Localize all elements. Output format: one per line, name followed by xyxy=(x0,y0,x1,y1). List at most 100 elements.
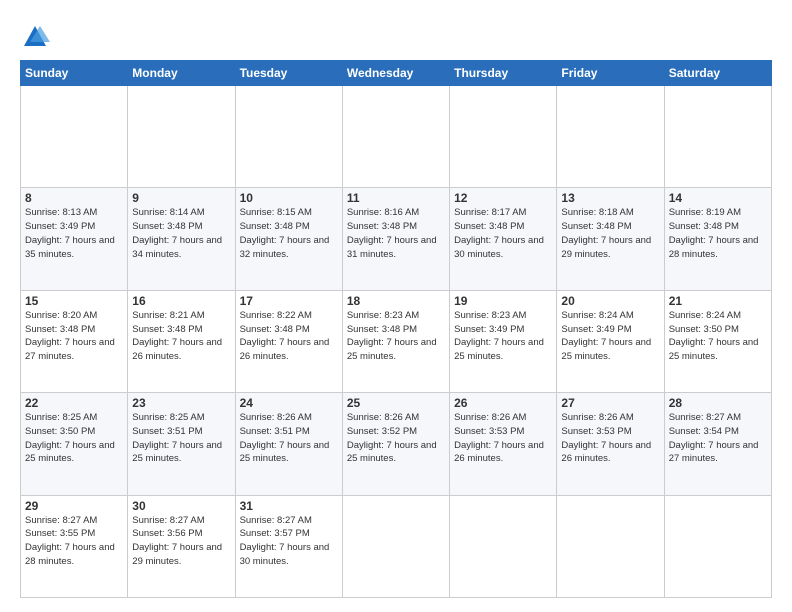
day-info: Sunrise: 8:27 AMSunset: 3:54 PMDaylight:… xyxy=(669,411,767,466)
day-number: 19 xyxy=(454,294,552,308)
day-cell-13: 13Sunrise: 8:18 AMSunset: 3:48 PMDayligh… xyxy=(557,188,664,290)
calendar-week-5: 29Sunrise: 8:27 AMSunset: 3:55 PMDayligh… xyxy=(21,495,772,597)
day-number: 31 xyxy=(240,499,338,513)
day-cell-27: 27Sunrise: 8:26 AMSunset: 3:53 PMDayligh… xyxy=(557,393,664,495)
empty-cell xyxy=(235,86,342,188)
day-info: Sunrise: 8:24 AMSunset: 3:49 PMDaylight:… xyxy=(561,309,659,364)
day-info: Sunrise: 8:23 AMSunset: 3:49 PMDaylight:… xyxy=(454,309,552,364)
calendar-header-wednesday: Wednesday xyxy=(342,61,449,86)
day-number: 13 xyxy=(561,191,659,205)
page: SundayMondayTuesdayWednesdayThursdayFrid… xyxy=(0,0,792,612)
day-number: 17 xyxy=(240,294,338,308)
day-cell-22: 22Sunrise: 8:25 AMSunset: 3:50 PMDayligh… xyxy=(21,393,128,495)
day-number: 23 xyxy=(132,396,230,410)
empty-cell xyxy=(128,86,235,188)
calendar-week-4: 22Sunrise: 8:25 AMSunset: 3:50 PMDayligh… xyxy=(21,393,772,495)
day-number: 25 xyxy=(347,396,445,410)
day-info: Sunrise: 8:27 AMSunset: 3:57 PMDaylight:… xyxy=(240,514,338,569)
calendar-header-thursday: Thursday xyxy=(450,61,557,86)
day-cell-25: 25Sunrise: 8:26 AMSunset: 3:52 PMDayligh… xyxy=(342,393,449,495)
calendar-table: SundayMondayTuesdayWednesdayThursdayFrid… xyxy=(20,60,772,598)
day-info: Sunrise: 8:19 AMSunset: 3:48 PMDaylight:… xyxy=(669,206,767,261)
calendar-header-tuesday: Tuesday xyxy=(235,61,342,86)
day-info: Sunrise: 8:27 AMSunset: 3:55 PMDaylight:… xyxy=(25,514,123,569)
day-number: 9 xyxy=(132,191,230,205)
day-cell-26: 26Sunrise: 8:26 AMSunset: 3:53 PMDayligh… xyxy=(450,393,557,495)
day-number: 26 xyxy=(454,396,552,410)
day-number: 14 xyxy=(669,191,767,205)
day-cell-11: 11Sunrise: 8:16 AMSunset: 3:48 PMDayligh… xyxy=(342,188,449,290)
logo-icon xyxy=(20,22,50,52)
day-cell-14: 14Sunrise: 8:19 AMSunset: 3:48 PMDayligh… xyxy=(664,188,771,290)
day-cell-10: 10Sunrise: 8:15 AMSunset: 3:48 PMDayligh… xyxy=(235,188,342,290)
day-info: Sunrise: 8:14 AMSunset: 3:48 PMDaylight:… xyxy=(132,206,230,261)
day-cell-21: 21Sunrise: 8:24 AMSunset: 3:50 PMDayligh… xyxy=(664,290,771,392)
calendar-header-sunday: Sunday xyxy=(21,61,128,86)
day-number: 24 xyxy=(240,396,338,410)
day-cell-24: 24Sunrise: 8:26 AMSunset: 3:51 PMDayligh… xyxy=(235,393,342,495)
day-info: Sunrise: 8:22 AMSunset: 3:48 PMDaylight:… xyxy=(240,309,338,364)
day-number: 10 xyxy=(240,191,338,205)
day-cell-19: 19Sunrise: 8:23 AMSunset: 3:49 PMDayligh… xyxy=(450,290,557,392)
calendar-week-1 xyxy=(21,86,772,188)
day-info: Sunrise: 8:26 AMSunset: 3:51 PMDaylight:… xyxy=(240,411,338,466)
empty-cell xyxy=(557,495,664,597)
day-info: Sunrise: 8:25 AMSunset: 3:50 PMDaylight:… xyxy=(25,411,123,466)
calendar-week-3: 15Sunrise: 8:20 AMSunset: 3:48 PMDayligh… xyxy=(21,290,772,392)
calendar-header-friday: Friday xyxy=(557,61,664,86)
empty-cell xyxy=(342,86,449,188)
day-number: 18 xyxy=(347,294,445,308)
day-number: 27 xyxy=(561,396,659,410)
day-number: 30 xyxy=(132,499,230,513)
day-cell-20: 20Sunrise: 8:24 AMSunset: 3:49 PMDayligh… xyxy=(557,290,664,392)
day-cell-9: 9Sunrise: 8:14 AMSunset: 3:48 PMDaylight… xyxy=(128,188,235,290)
empty-cell xyxy=(557,86,664,188)
day-info: Sunrise: 8:18 AMSunset: 3:48 PMDaylight:… xyxy=(561,206,659,261)
day-info: Sunrise: 8:15 AMSunset: 3:48 PMDaylight:… xyxy=(240,206,338,261)
logo xyxy=(20,18,54,52)
empty-cell xyxy=(21,86,128,188)
day-number: 20 xyxy=(561,294,659,308)
empty-cell xyxy=(342,495,449,597)
header xyxy=(20,18,772,52)
day-info: Sunrise: 8:27 AMSunset: 3:56 PMDaylight:… xyxy=(132,514,230,569)
day-info: Sunrise: 8:13 AMSunset: 3:49 PMDaylight:… xyxy=(25,206,123,261)
day-cell-30: 30Sunrise: 8:27 AMSunset: 3:56 PMDayligh… xyxy=(128,495,235,597)
day-number: 11 xyxy=(347,191,445,205)
calendar-header-saturday: Saturday xyxy=(664,61,771,86)
day-info: Sunrise: 8:16 AMSunset: 3:48 PMDaylight:… xyxy=(347,206,445,261)
day-cell-16: 16Sunrise: 8:21 AMSunset: 3:48 PMDayligh… xyxy=(128,290,235,392)
day-cell-8: 8Sunrise: 8:13 AMSunset: 3:49 PMDaylight… xyxy=(21,188,128,290)
day-info: Sunrise: 8:25 AMSunset: 3:51 PMDaylight:… xyxy=(132,411,230,466)
day-number: 12 xyxy=(454,191,552,205)
calendar-header-row: SundayMondayTuesdayWednesdayThursdayFrid… xyxy=(21,61,772,86)
day-number: 28 xyxy=(669,396,767,410)
day-info: Sunrise: 8:26 AMSunset: 3:53 PMDaylight:… xyxy=(454,411,552,466)
day-info: Sunrise: 8:17 AMSunset: 3:48 PMDaylight:… xyxy=(454,206,552,261)
day-info: Sunrise: 8:21 AMSunset: 3:48 PMDaylight:… xyxy=(132,309,230,364)
empty-cell xyxy=(450,86,557,188)
day-cell-28: 28Sunrise: 8:27 AMSunset: 3:54 PMDayligh… xyxy=(664,393,771,495)
calendar-week-2: 8Sunrise: 8:13 AMSunset: 3:49 PMDaylight… xyxy=(21,188,772,290)
day-number: 29 xyxy=(25,499,123,513)
day-info: Sunrise: 8:20 AMSunset: 3:48 PMDaylight:… xyxy=(25,309,123,364)
empty-cell xyxy=(664,495,771,597)
empty-cell xyxy=(450,495,557,597)
day-number: 8 xyxy=(25,191,123,205)
day-cell-18: 18Sunrise: 8:23 AMSunset: 3:48 PMDayligh… xyxy=(342,290,449,392)
day-cell-17: 17Sunrise: 8:22 AMSunset: 3:48 PMDayligh… xyxy=(235,290,342,392)
day-info: Sunrise: 8:26 AMSunset: 3:53 PMDaylight:… xyxy=(561,411,659,466)
day-number: 16 xyxy=(132,294,230,308)
day-info: Sunrise: 8:23 AMSunset: 3:48 PMDaylight:… xyxy=(347,309,445,364)
day-cell-23: 23Sunrise: 8:25 AMSunset: 3:51 PMDayligh… xyxy=(128,393,235,495)
day-number: 15 xyxy=(25,294,123,308)
day-cell-15: 15Sunrise: 8:20 AMSunset: 3:48 PMDayligh… xyxy=(21,290,128,392)
day-cell-29: 29Sunrise: 8:27 AMSunset: 3:55 PMDayligh… xyxy=(21,495,128,597)
calendar-header-monday: Monday xyxy=(128,61,235,86)
day-number: 22 xyxy=(25,396,123,410)
empty-cell xyxy=(664,86,771,188)
day-info: Sunrise: 8:24 AMSunset: 3:50 PMDaylight:… xyxy=(669,309,767,364)
day-number: 21 xyxy=(669,294,767,308)
day-cell-31: 31Sunrise: 8:27 AMSunset: 3:57 PMDayligh… xyxy=(235,495,342,597)
day-info: Sunrise: 8:26 AMSunset: 3:52 PMDaylight:… xyxy=(347,411,445,466)
